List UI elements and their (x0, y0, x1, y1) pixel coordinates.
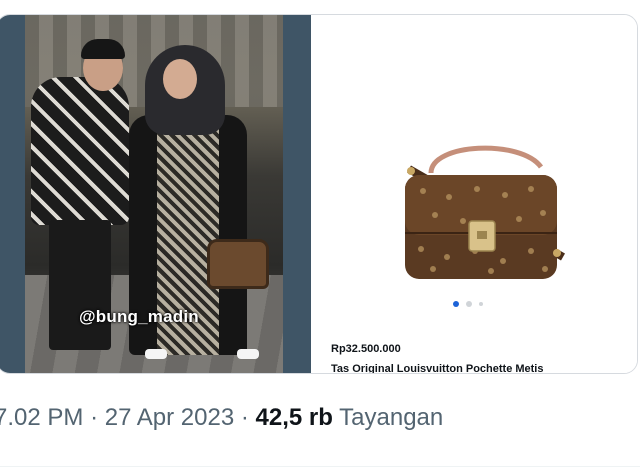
street-photo[interactable]: @bung_madin (0, 15, 311, 373)
product-price: Rp32.500.000 (331, 343, 401, 355)
tweet-media-card[interactable]: @bung_madin Rp32.500.000 Tas Original Lo… (0, 14, 638, 374)
tweet-date[interactable]: 27 Apr 2023 (105, 404, 234, 431)
woman-face (163, 59, 197, 99)
photo-watermark: @bung_madin (79, 307, 199, 326)
carousel-dot-active[interactable] (453, 301, 459, 307)
divider (0, 466, 640, 467)
white-shoe (145, 349, 167, 359)
views-count: 42,5 rb (255, 404, 333, 431)
carousel-dot[interactable] (479, 302, 483, 306)
separator: · (90, 404, 99, 431)
carousel-dot[interactable] (466, 301, 472, 307)
white-shoe (237, 349, 259, 359)
carousel-indicator[interactable] (453, 301, 483, 307)
product-listing-screenshot[interactable]: Rp32.500.000 Tas Original Louisvuitton P… (311, 15, 637, 373)
separator: · (240, 404, 249, 431)
handbag-in-photo (207, 239, 269, 289)
man-patterned-sweater (31, 77, 129, 225)
black-cap (81, 39, 125, 59)
views-label: Tayangan (339, 404, 444, 431)
man-black-pants (49, 220, 111, 350)
tweet-time[interactable]: 7.02 PM (0, 404, 83, 431)
product-title: Tas Original Louisvuitton Pochette Metis (331, 363, 544, 374)
tweet-metadata: 7.02 PM · 27 Apr 2023 · 42,5 rb Tayangan (0, 404, 443, 432)
louis-vuitton-bag-image (405, 145, 565, 279)
